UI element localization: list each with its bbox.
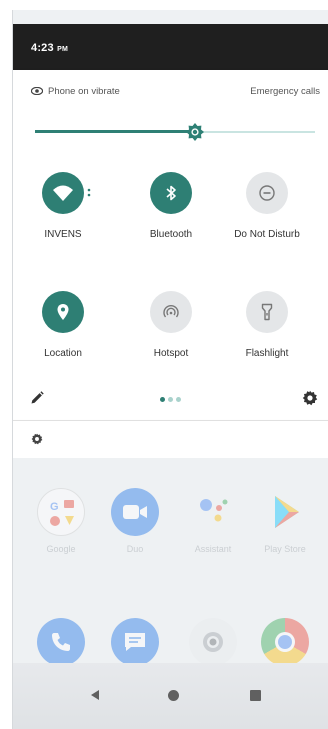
tile-wifi[interactable]: INVENS bbox=[15, 172, 111, 252]
svg-text:G: G bbox=[50, 501, 59, 513]
dock-messages[interactable] bbox=[97, 618, 173, 666]
tile-bluetooth[interactable]: Bluetooth bbox=[123, 172, 219, 252]
app-assistant-label: Assistant bbox=[194, 544, 232, 554]
wifi-icon bbox=[53, 185, 73, 201]
tile-do-not-disturb-label: Do Not Disturb bbox=[234, 229, 300, 240]
tile-hotspot[interactable]: Hotspot bbox=[123, 291, 219, 371]
tile-location-toggle[interactable] bbox=[42, 291, 84, 333]
brightness-icon[interactable] bbox=[186, 123, 204, 141]
eye-icon bbox=[31, 87, 43, 95]
quick-settings-footer bbox=[13, 388, 328, 414]
hotspot-icon bbox=[163, 305, 179, 318]
dock-camera[interactable] bbox=[175, 618, 251, 666]
app-duo-label: Duo bbox=[126, 544, 144, 554]
phone-screen: 4:23 PM Phone on vibrate Emergency calls bbox=[12, 10, 328, 729]
google-folder-icon: G bbox=[37, 488, 85, 536]
brightness-fill bbox=[35, 130, 195, 133]
tile-do-not-disturb-toggle[interactable] bbox=[246, 172, 288, 214]
navigation-bar bbox=[13, 663, 328, 729]
tile-wifi-label: INVENS bbox=[44, 229, 82, 240]
assistant-icon bbox=[189, 488, 237, 536]
clock-ampm: PM bbox=[57, 46, 68, 53]
tile-flashlight[interactable]: Flashlight bbox=[219, 291, 315, 371]
tile-wifi-toggle[interactable] bbox=[42, 172, 84, 214]
edit-pencil-icon[interactable] bbox=[29, 390, 45, 406]
bluetooth-icon bbox=[166, 185, 176, 201]
quick-settings-header: Phone on vibrate Emergency calls bbox=[31, 86, 320, 100]
page-dot[interactable] bbox=[168, 397, 173, 402]
back-icon[interactable] bbox=[89, 689, 101, 701]
duo-icon bbox=[111, 488, 159, 536]
tile-location-label: Location bbox=[44, 348, 82, 359]
app-play-store[interactable]: Play Store bbox=[247, 488, 323, 554]
tile-flashlight-toggle[interactable] bbox=[246, 291, 288, 333]
emergency-calls-label: Emergency calls bbox=[250, 86, 320, 97]
play-store-icon bbox=[261, 488, 309, 536]
location-icon bbox=[57, 304, 69, 320]
brightness-slider[interactable] bbox=[35, 123, 315, 141]
notification-settings-icon[interactable] bbox=[31, 433, 43, 445]
app-assistant[interactable]: Assistant bbox=[175, 488, 251, 554]
flashlight-icon bbox=[261, 303, 273, 321]
app-google[interactable]: G Google bbox=[23, 488, 99, 554]
tile-bluetooth-toggle[interactable] bbox=[150, 172, 192, 214]
clock: 4:23 PM bbox=[31, 42, 68, 54]
tile-do-not-disturb[interactable]: Do Not Disturb bbox=[219, 172, 315, 252]
dock-chrome[interactable] bbox=[247, 618, 323, 666]
quick-settings-panel: Phone on vibrate Emergency calls INVENS … bbox=[13, 70, 328, 422]
page-dot[interactable] bbox=[160, 397, 165, 402]
settings-gear-icon[interactable] bbox=[302, 390, 318, 406]
tile-location[interactable]: Location bbox=[15, 291, 111, 371]
app-duo[interactable]: Duo bbox=[97, 488, 173, 554]
chrome-icon bbox=[261, 618, 309, 666]
ringer-status: Phone on vibrate bbox=[48, 86, 120, 97]
page-dot[interactable] bbox=[176, 397, 181, 402]
notification-shade-footer bbox=[13, 420, 328, 458]
do-not-disturb-icon bbox=[259, 185, 275, 201]
app-google-label: Google bbox=[46, 544, 76, 554]
tile-flashlight-label: Flashlight bbox=[245, 348, 289, 359]
app-play-store-label: Play Store bbox=[264, 544, 306, 554]
messages-icon bbox=[111, 618, 159, 666]
tile-hotspot-toggle[interactable] bbox=[150, 291, 192, 333]
status-bar: 4:23 PM bbox=[13, 24, 328, 70]
wifi-more-icon[interactable] bbox=[86, 188, 92, 198]
clock-time: 4:23 bbox=[31, 42, 54, 54]
dock-phone[interactable] bbox=[23, 618, 99, 666]
home-button-icon[interactable] bbox=[168, 690, 179, 701]
page-indicator bbox=[160, 397, 190, 403]
recent-apps-icon[interactable] bbox=[250, 690, 261, 701]
phone-icon bbox=[37, 618, 85, 666]
camera-icon bbox=[189, 618, 237, 666]
